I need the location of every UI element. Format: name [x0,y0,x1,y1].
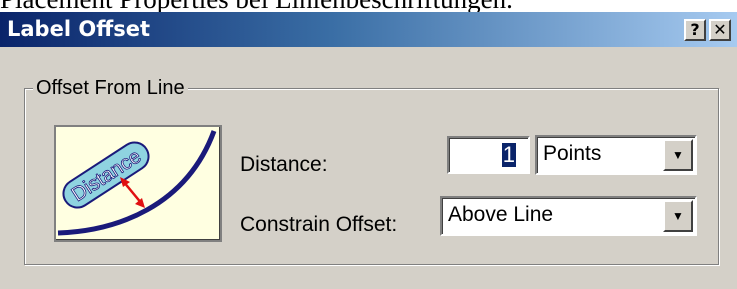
offset-arrowhead-bottom [135,198,145,208]
chevron-down-icon[interactable]: ▼ [663,139,693,171]
distance-input[interactable]: 1 [447,136,530,174]
offset-preview-image: Distance [54,125,222,242]
help-button[interactable]: ? [684,19,706,41]
constrain-offset-value: Above Line [448,203,554,226]
offset-preview-graphic: Distance [57,130,217,236]
page-caption: Placement Properties bei Linienbeschrift… [0,0,737,12]
group-legend: Offset From Line [33,77,188,99]
dialog-title: Label Offset [7,17,150,41]
distance-label: Distance: [240,153,328,176]
dialog-titlebar[interactable]: Label Offset ? ✕ [0,12,737,47]
constrain-offset-label: Constrain Offset: [240,213,398,236]
constrain-offset-select[interactable]: Above Line ▼ [440,196,697,236]
close-button[interactable]: ✕ [709,19,731,41]
distance-units-select[interactable]: Points ▼ [535,135,697,175]
chevron-down-icon[interactable]: ▼ [663,200,693,232]
distance-value: 1 [501,142,516,167]
distance-units-value: Points [543,142,602,165]
